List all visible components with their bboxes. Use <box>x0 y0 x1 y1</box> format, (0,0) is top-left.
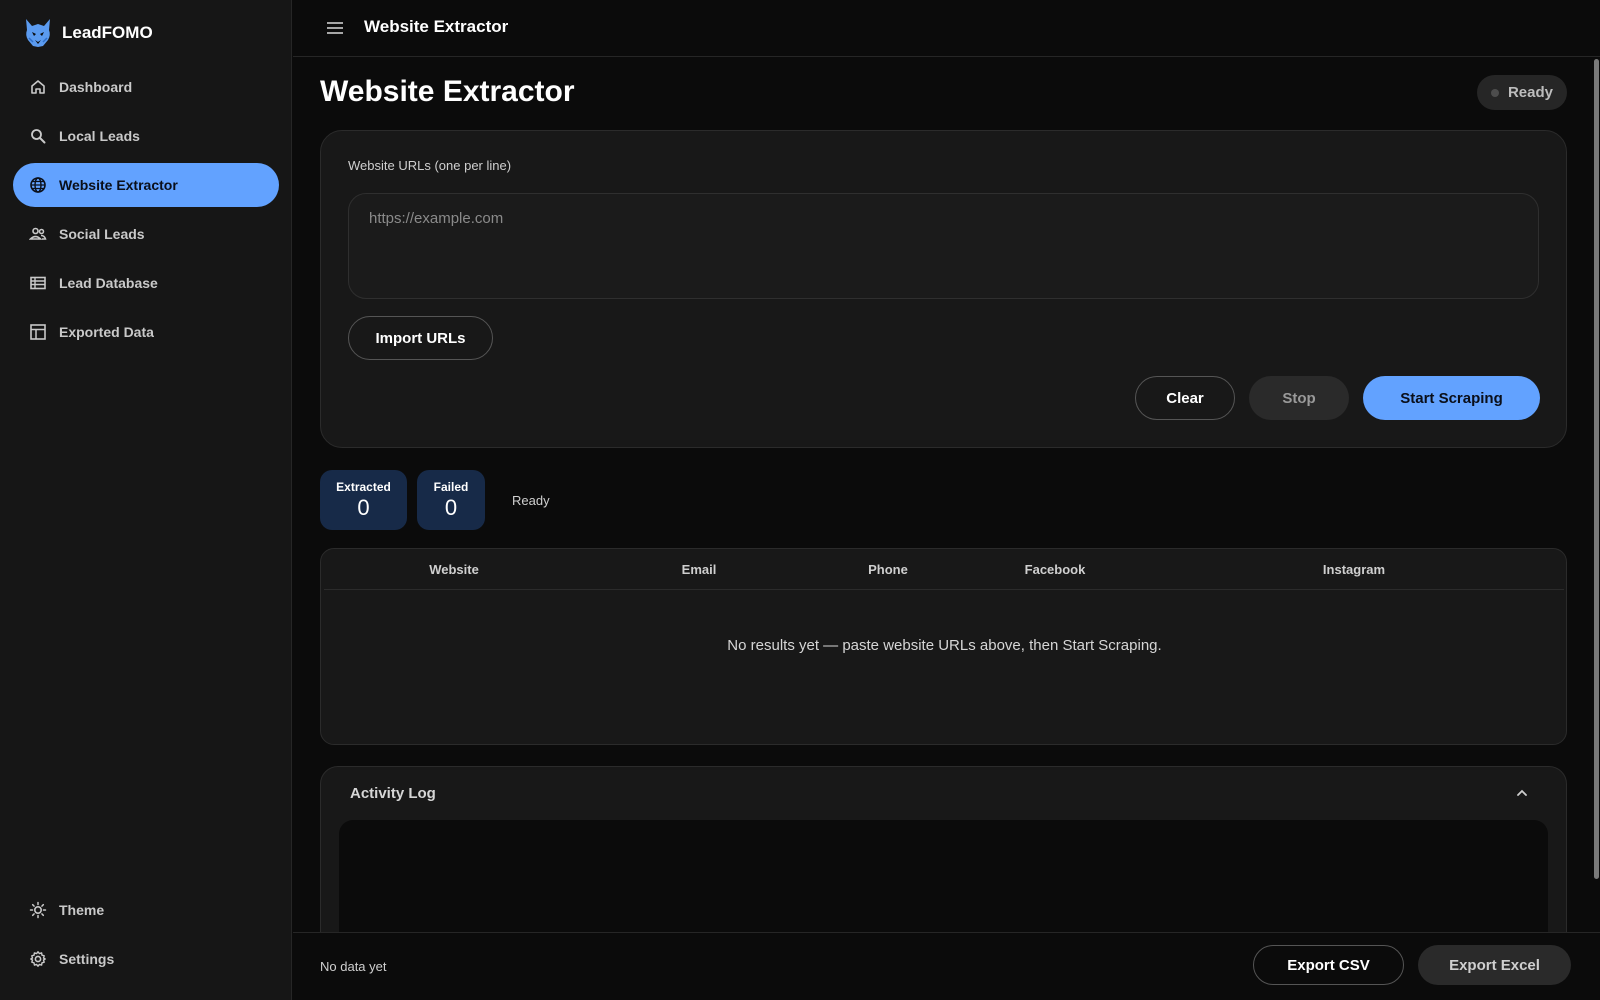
sidebar-item-social-leads[interactable]: Social Leads <box>13 212 279 256</box>
extracted-stat: Extracted 0 <box>320 470 407 530</box>
sidebar-item-website-extractor[interactable]: Website Extractor <box>13 163 279 207</box>
footer-status-text: No data yet <box>320 959 387 974</box>
sidebar-item-label: Local Leads <box>59 128 140 144</box>
column-header-phone[interactable]: Phone <box>868 562 908 577</box>
sidebar-item-label: Social Leads <box>59 226 145 242</box>
sidebar-item-theme[interactable]: Theme <box>13 888 279 932</box>
column-header-website[interactable]: Website <box>429 562 479 577</box>
failed-label: Failed <box>433 479 469 494</box>
main-scrollbar[interactable] <box>1593 57 1600 932</box>
brand[interactable]: LeadFOMO <box>24 18 153 48</box>
sidebar-item-label: Website Extractor <box>59 177 178 193</box>
footer-bar: No data yet Export CSV Export Excel <box>293 932 1600 1000</box>
column-header-email[interactable]: Email <box>682 562 717 577</box>
sidebar-item-label: Settings <box>59 951 115 967</box>
sidebar-item-label: Theme <box>59 902 105 918</box>
sidebar-nav: Dashboard Local Leads Website Extractor … <box>13 65 279 359</box>
lynx-logo-icon <box>26 19 50 47</box>
table-header: Website Email Phone Facebook Instagram <box>324 549 1564 590</box>
status-badge: Ready <box>1476 75 1567 110</box>
status-dot-icon <box>1490 88 1499 97</box>
list-icon <box>29 274 47 292</box>
export-excel-button[interactable]: Export Excel <box>1418 945 1571 985</box>
sidebar-item-lead-database[interactable]: Lead Database <box>13 261 279 305</box>
sidebar: LeadFOMO Dashboard Local Leads Website E… <box>0 0 292 1000</box>
sidebar-item-label: Lead Database <box>59 275 158 291</box>
hamburger-icon[interactable] <box>325 19 345 37</box>
scrollbar-thumb[interactable] <box>1594 59 1599 879</box>
failed-stat: Failed 0 <box>417 470 485 530</box>
sidebar-item-dashboard[interactable]: Dashboard <box>13 65 279 109</box>
sidebar-bottom-nav: Theme Settings <box>13 888 279 986</box>
table-icon <box>29 323 47 341</box>
clear-button[interactable]: Clear <box>1135 376 1235 420</box>
export-csv-button[interactable]: Export CSV <box>1253 945 1404 985</box>
globe-icon <box>29 176 47 194</box>
page-title: Website Extractor <box>320 75 575 108</box>
main-content: Website Extractor Ready Website URLs (on… <box>293 57 1600 932</box>
topbar: Website Extractor <box>293 0 1600 57</box>
sidebar-item-local-leads[interactable]: Local Leads <box>13 114 279 158</box>
topbar-title: Website Extractor <box>364 17 509 36</box>
extracted-label: Extracted <box>336 479 391 494</box>
activity-log: Activity Log <box>320 766 1567 932</box>
start-scraping-button[interactable]: Start Scraping <box>1363 376 1540 420</box>
import-urls-button[interactable]: Import URLs <box>348 316 493 360</box>
sidebar-item-exported-data[interactable]: Exported Data <box>13 310 279 354</box>
status-badge-label: Ready <box>1507 84 1553 101</box>
app-window: LeadFOMO Dashboard Local Leads Website E… <box>0 0 1600 1000</box>
column-header-instagram[interactable]: Instagram <box>1323 562 1385 577</box>
column-header-facebook[interactable]: Facebook <box>1025 562 1086 577</box>
sun-icon <box>29 901 47 919</box>
failed-count: 0 <box>444 494 458 520</box>
empty-state-message: No results yet — paste website URLs abov… <box>727 637 1162 654</box>
activity-log-title: Activity Log <box>350 785 436 802</box>
chevron-up-icon[interactable] <box>1514 785 1530 801</box>
progress-status-text: Ready <box>512 493 550 508</box>
stop-button[interactable]: Stop <box>1249 376 1349 420</box>
url-field-label: Website URLs (one per line) <box>348 158 512 173</box>
gear-icon <box>29 950 47 968</box>
extracted-count: 0 <box>357 494 370 520</box>
results-table: Website Email Phone Facebook Instagram N… <box>320 548 1567 745</box>
url-input-card: Website URLs (one per line) Import URLs … <box>320 130 1567 448</box>
search-icon <box>29 127 47 145</box>
people-icon <box>29 225 47 243</box>
sidebar-item-label: Dashboard <box>59 79 133 95</box>
sidebar-item-settings[interactable]: Settings <box>13 937 279 981</box>
url-textarea[interactable] <box>348 193 1539 299</box>
home-icon <box>29 78 47 96</box>
brand-name: LeadFOMO <box>62 23 153 42</box>
activity-log-output <box>339 820 1548 932</box>
sidebar-item-label: Exported Data <box>59 324 154 340</box>
